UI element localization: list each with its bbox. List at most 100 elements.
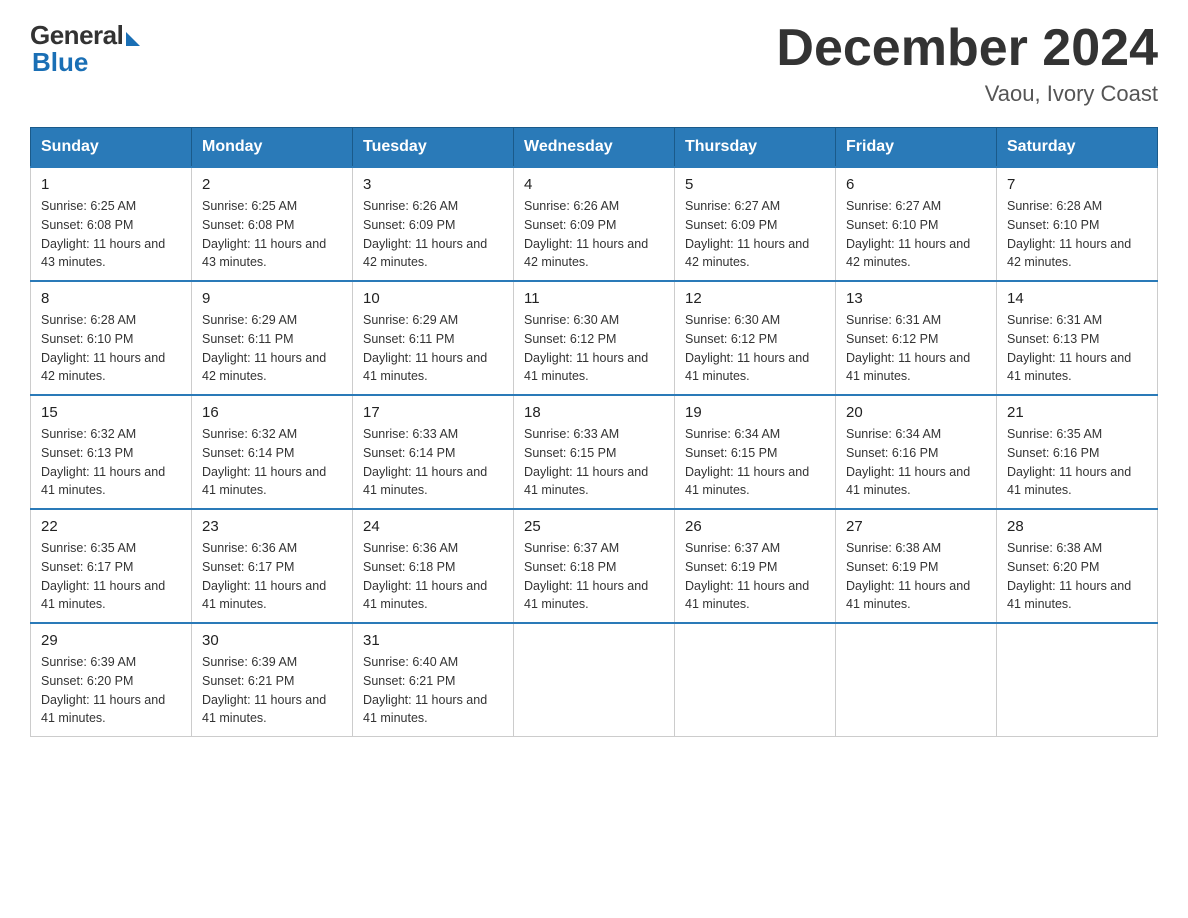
title-section: December 2024 Vaou, Ivory Coast (776, 20, 1158, 107)
day-number: 3 (363, 176, 503, 193)
calendar-cell (675, 623, 836, 737)
logo-blue-text: Blue (32, 47, 88, 78)
calendar-cell: 1 Sunrise: 6:25 AMSunset: 6:08 PMDaylight… (31, 167, 192, 281)
day-detail: Sunrise: 6:29 AMSunset: 6:11 PMDaylight:… (363, 311, 503, 386)
calendar-cell: 2 Sunrise: 6:25 AMSunset: 6:08 PMDaylight… (192, 167, 353, 281)
header-friday: Friday (836, 128, 997, 168)
calendar-cell: 13 Sunrise: 6:31 AMSunset: 6:12 PMDayligh… (836, 281, 997, 395)
day-detail: Sunrise: 6:38 AMSunset: 6:20 PMDaylight:… (1007, 539, 1147, 614)
calendar-cell: 27 Sunrise: 6:38 AMSunset: 6:19 PMDayligh… (836, 509, 997, 623)
day-number: 10 (363, 290, 503, 307)
calendar-cell: 12Sunrise: 6:30 AMSunset: 6:12 PMDayligh… (675, 281, 836, 395)
calendar-cell (514, 623, 675, 737)
calendar-table: SundayMondayTuesdayWednesdayThursdayFrid… (30, 127, 1158, 737)
page-header: General Blue December 2024 Vaou, Ivory C… (30, 20, 1158, 107)
day-number: 17 (363, 404, 503, 421)
calendar-cell: 4 Sunrise: 6:26 AMSunset: 6:09 PMDaylight… (514, 167, 675, 281)
day-number: 26 (685, 518, 825, 535)
day-number: 13 (846, 290, 986, 307)
calendar-cell: 8 Sunrise: 6:28 AMSunset: 6:10 PMDaylight… (31, 281, 192, 395)
day-detail: Sunrise: 6:30 AMSunset: 6:12 PMDaylight:… (524, 311, 664, 386)
day-number: 25 (524, 518, 664, 535)
calendar-cell: 7 Sunrise: 6:28 AMSunset: 6:10 PMDaylight… (997, 167, 1158, 281)
day-number: 14 (1007, 290, 1147, 307)
week-row-2: 8 Sunrise: 6:28 AMSunset: 6:10 PMDaylight… (31, 281, 1158, 395)
day-number: 28 (1007, 518, 1147, 535)
day-detail: Sunrise: 6:28 AMSunset: 6:10 PMDaylight:… (41, 311, 181, 386)
calendar-cell: 25 Sunrise: 6:37 AMSunset: 6:18 PMDayligh… (514, 509, 675, 623)
day-detail: Sunrise: 6:33 AMSunset: 6:15 PMDaylight:… (524, 425, 664, 500)
calendar-cell: 5Sunrise: 6:27 AMSunset: 6:09 PMDaylight… (675, 167, 836, 281)
day-detail: Sunrise: 6:29 AMSunset: 6:11 PMDaylight:… (202, 311, 342, 386)
day-detail: Sunrise: 6:36 AMSunset: 6:17 PMDaylight:… (202, 539, 342, 614)
calendar-cell: 29Sunrise: 6:39 AMSunset: 6:20 PMDayligh… (31, 623, 192, 737)
calendar-cell: 6Sunrise: 6:27 AMSunset: 6:10 PMDaylight… (836, 167, 997, 281)
week-row-1: 1 Sunrise: 6:25 AMSunset: 6:08 PMDaylight… (31, 167, 1158, 281)
calendar-cell: 17 Sunrise: 6:33 AMSunset: 6:14 PMDayligh… (353, 395, 514, 509)
day-number: 20 (846, 404, 986, 421)
calendar-cell: 14 Sunrise: 6:31 AMSunset: 6:13 PMDayligh… (997, 281, 1158, 395)
day-detail: Sunrise: 6:31 AMSunset: 6:12 PMDaylight:… (846, 311, 986, 386)
calendar-cell: 28 Sunrise: 6:38 AMSunset: 6:20 PMDayligh… (997, 509, 1158, 623)
day-detail: Sunrise: 6:37 AMSunset: 6:19 PMDaylight:… (685, 539, 825, 614)
day-number: 2 (202, 176, 342, 193)
day-detail: Sunrise: 6:35 AMSunset: 6:17 PMDaylight:… (41, 539, 181, 614)
calendar-cell: 20 Sunrise: 6:34 AMSunset: 6:16 PMDayligh… (836, 395, 997, 509)
calendar-cell: 18Sunrise: 6:33 AMSunset: 6:15 PMDayligh… (514, 395, 675, 509)
day-detail: Sunrise: 6:39 AMSunset: 6:21 PMDaylight:… (202, 653, 342, 728)
day-detail: Sunrise: 6:37 AMSunset: 6:18 PMDaylight:… (524, 539, 664, 614)
calendar-cell: 11 Sunrise: 6:30 AMSunset: 6:12 PMDayligh… (514, 281, 675, 395)
day-number: 11 (524, 290, 664, 307)
calendar-cell: 9 Sunrise: 6:29 AMSunset: 6:11 PMDaylight… (192, 281, 353, 395)
day-number: 21 (1007, 404, 1147, 421)
day-detail: Sunrise: 6:25 AMSunset: 6:08 PMDaylight:… (202, 197, 342, 272)
calendar-cell: 30 Sunrise: 6:39 AMSunset: 6:21 PMDayligh… (192, 623, 353, 737)
day-number: 27 (846, 518, 986, 535)
day-detail: Sunrise: 6:26 AMSunset: 6:09 PMDaylight:… (524, 197, 664, 272)
day-number: 1 (41, 176, 181, 193)
page-title: December 2024 (776, 20, 1158, 77)
header-sunday: Sunday (31, 128, 192, 168)
calendar-cell: 16 Sunrise: 6:32 AMSunset: 6:14 PMDayligh… (192, 395, 353, 509)
day-number: 6 (846, 176, 986, 193)
day-number: 8 (41, 290, 181, 307)
calendar-header-row: SundayMondayTuesdayWednesdayThursdayFrid… (31, 128, 1158, 168)
day-number: 16 (202, 404, 342, 421)
header-saturday: Saturday (997, 128, 1158, 168)
day-number: 31 (363, 632, 503, 649)
day-detail: Sunrise: 6:38 AMSunset: 6:19 PMDaylight:… (846, 539, 986, 614)
day-detail: Sunrise: 6:30 AMSunset: 6:12 PMDaylight:… (685, 311, 825, 386)
calendar-cell: 26 Sunrise: 6:37 AMSunset: 6:19 PMDayligh… (675, 509, 836, 623)
calendar-cell (997, 623, 1158, 737)
day-number: 5 (685, 176, 825, 193)
week-row-3: 15Sunrise: 6:32 AMSunset: 6:13 PMDayligh… (31, 395, 1158, 509)
day-detail: Sunrise: 6:32 AMSunset: 6:13 PMDaylight:… (41, 425, 181, 500)
header-monday: Monday (192, 128, 353, 168)
day-number: 9 (202, 290, 342, 307)
header-tuesday: Tuesday (353, 128, 514, 168)
header-thursday: Thursday (675, 128, 836, 168)
day-number: 7 (1007, 176, 1147, 193)
day-detail: Sunrise: 6:39 AMSunset: 6:20 PMDaylight:… (41, 653, 181, 728)
day-detail: Sunrise: 6:32 AMSunset: 6:14 PMDaylight:… (202, 425, 342, 500)
page-subtitle: Vaou, Ivory Coast (776, 81, 1158, 107)
week-row-4: 22 Sunrise: 6:35 AMSunset: 6:17 PMDayligh… (31, 509, 1158, 623)
day-detail: Sunrise: 6:33 AMSunset: 6:14 PMDaylight:… (363, 425, 503, 500)
day-detail: Sunrise: 6:31 AMSunset: 6:13 PMDaylight:… (1007, 311, 1147, 386)
day-number: 30 (202, 632, 342, 649)
day-detail: Sunrise: 6:40 AMSunset: 6:21 PMDaylight:… (363, 653, 503, 728)
calendar-cell: 22 Sunrise: 6:35 AMSunset: 6:17 PMDayligh… (31, 509, 192, 623)
day-number: 4 (524, 176, 664, 193)
day-number: 19 (685, 404, 825, 421)
logo-arrow-icon (126, 32, 140, 46)
day-detail: Sunrise: 6:26 AMSunset: 6:09 PMDaylight:… (363, 197, 503, 272)
calendar-cell (836, 623, 997, 737)
calendar-cell: 31 Sunrise: 6:40 AMSunset: 6:21 PMDayligh… (353, 623, 514, 737)
day-detail: Sunrise: 6:34 AMSunset: 6:16 PMDaylight:… (846, 425, 986, 500)
day-detail: Sunrise: 6:35 AMSunset: 6:16 PMDaylight:… (1007, 425, 1147, 500)
day-detail: Sunrise: 6:25 AMSunset: 6:08 PMDaylight:… (41, 197, 181, 272)
calendar-cell: 24Sunrise: 6:36 AMSunset: 6:18 PMDayligh… (353, 509, 514, 623)
day-detail: Sunrise: 6:28 AMSunset: 6:10 PMDaylight:… (1007, 197, 1147, 272)
day-number: 22 (41, 518, 181, 535)
week-row-5: 29Sunrise: 6:39 AMSunset: 6:20 PMDayligh… (31, 623, 1158, 737)
